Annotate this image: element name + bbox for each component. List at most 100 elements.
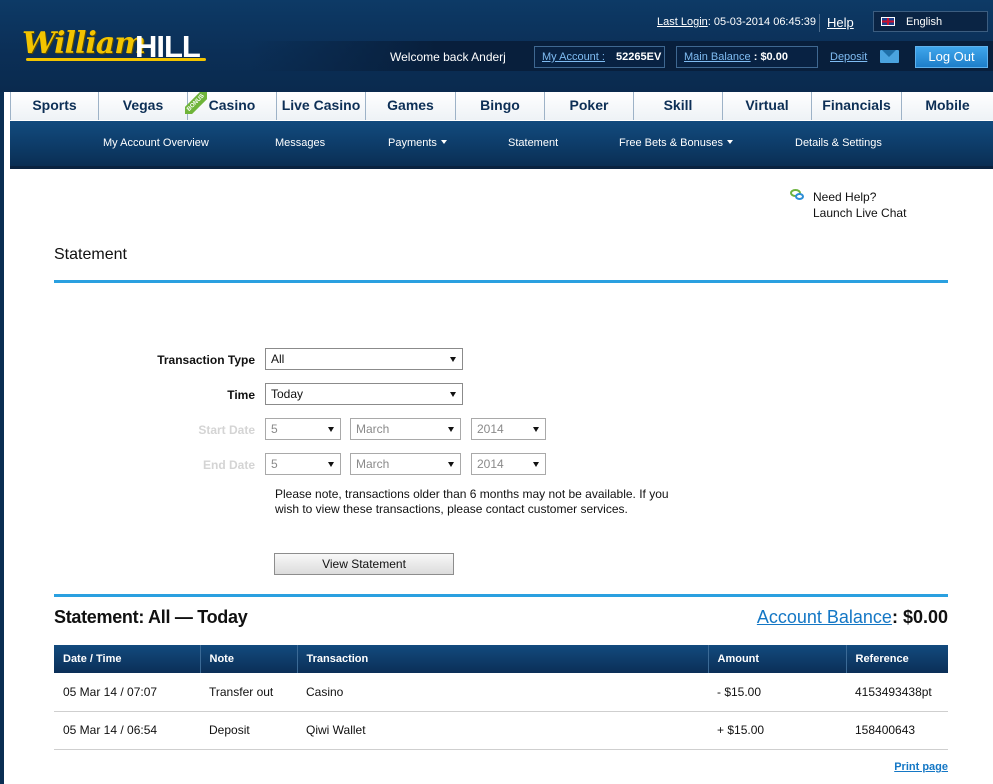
last-login-label[interactable]: Last Login bbox=[657, 16, 708, 28]
last-login: Last Login: 05-03-2014 06:45:39 bbox=[657, 16, 816, 28]
subnav-free-bets-label: Free Bets & Bonuses bbox=[619, 137, 723, 149]
account-subnav: My Account Overview Messages Payments St… bbox=[10, 121, 993, 169]
start-month-select[interactable]: March bbox=[350, 418, 461, 440]
dropdown-arrow-icon bbox=[533, 462, 539, 467]
account-balance-link[interactable]: Account Balance bbox=[757, 607, 892, 627]
help-link[interactable]: Help bbox=[827, 15, 854, 30]
end-year-value: 2014 bbox=[477, 457, 504, 471]
subnav-details-settings[interactable]: Details & Settings bbox=[795, 137, 882, 149]
welcome-text: Welcome back Anderj bbox=[390, 50, 506, 64]
end-day-select[interactable]: 5 bbox=[265, 453, 341, 475]
tab-skill[interactable]: Skill bbox=[634, 92, 723, 120]
dropdown-arrow-icon bbox=[450, 357, 456, 362]
end-month-value: March bbox=[356, 457, 390, 471]
live-chat-link[interactable]: Need Help? Launch Live Chat bbox=[813, 189, 906, 221]
end-month-select[interactable]: March bbox=[350, 453, 461, 475]
logout-button[interactable]: Log Out bbox=[915, 46, 988, 68]
caret-down-icon bbox=[440, 140, 447, 144]
older-transactions-note: Please note, transactions older than 6 m… bbox=[275, 487, 669, 516]
subnav-my-account-overview[interactable]: My Account Overview bbox=[103, 137, 209, 149]
site-header: William HILL Last Login: 05-03-2014 06:4… bbox=[0, 0, 993, 92]
main-balance-box: Main Balance : $0.00 bbox=[676, 46, 818, 68]
subnav-statement[interactable]: Statement bbox=[508, 137, 558, 149]
tab-mobile[interactable]: Mobile bbox=[902, 92, 993, 120]
subnav-free-bets-bonuses[interactable]: Free Bets & Bonuses bbox=[619, 137, 733, 149]
launch-live-chat-text: Launch Live Chat bbox=[813, 206, 907, 220]
page-title: Statement bbox=[54, 246, 127, 263]
header-divider bbox=[819, 14, 820, 32]
envelope-icon[interactable] bbox=[880, 50, 899, 63]
column-date-time: Date / Time bbox=[54, 645, 201, 673]
language-label: English bbox=[906, 16, 943, 28]
row-date-time: 05 Mar 14 / 07:07 bbox=[54, 673, 200, 712]
table-row: 05 Mar 14 / 06:54 Deposit Qiwi Wallet + … bbox=[54, 711, 948, 750]
column-amount: Amount bbox=[708, 645, 847, 673]
tab-virtual[interactable]: Virtual bbox=[723, 92, 812, 120]
start-day-select[interactable]: 5 bbox=[265, 418, 341, 440]
uk-flag-icon bbox=[881, 17, 895, 26]
last-login-value: : 05-03-2014 06:45:39 bbox=[707, 16, 817, 28]
row-note: Transfer out bbox=[200, 673, 297, 712]
dropdown-arrow-icon bbox=[328, 462, 334, 467]
subnav-payments[interactable]: Payments bbox=[388, 137, 447, 149]
view-statement-button[interactable]: View Statement bbox=[274, 553, 454, 575]
tab-poker[interactable]: Poker bbox=[545, 92, 634, 120]
bonus-ribbon: BONUS bbox=[185, 92, 207, 114]
start-year-select[interactable]: 2014 bbox=[471, 418, 546, 440]
logo-script: William bbox=[22, 26, 146, 61]
row-note: Deposit bbox=[200, 711, 297, 750]
account-balance-value: : $0.00 bbox=[891, 607, 948, 627]
end-day-value: 5 bbox=[271, 457, 278, 471]
row-amount: + $15.00 bbox=[708, 711, 846, 750]
chat-bubble-blue bbox=[795, 193, 804, 200]
table-header-row: Date / Time Note Transaction Amount Refe… bbox=[54, 645, 948, 673]
page-left-border bbox=[0, 0, 4, 784]
dropdown-arrow-icon bbox=[450, 392, 456, 397]
tab-live-casino[interactable]: Live Casino bbox=[277, 92, 366, 120]
live-chat-icon[interactable] bbox=[790, 189, 805, 201]
tab-financials[interactable]: Financials bbox=[812, 92, 902, 120]
bonus-ribbon-text: BONUS bbox=[185, 92, 207, 114]
tab-bingo[interactable]: Bingo bbox=[456, 92, 545, 120]
time-select[interactable]: Today bbox=[265, 383, 463, 405]
my-account-box: My Account : 52265EV bbox=[534, 46, 665, 68]
end-date-label: End Date bbox=[202, 458, 255, 472]
need-help-text: Need Help? bbox=[813, 190, 877, 204]
table-row: 05 Mar 14 / 07:07 Transfer out Casino - … bbox=[54, 673, 948, 712]
time-value: Today bbox=[271, 387, 304, 401]
tab-sports[interactable]: Sports bbox=[10, 92, 99, 120]
statement-divider bbox=[54, 594, 948, 597]
main-nav: Sports Vegas Casino Live Casino Games Bi… bbox=[10, 92, 993, 120]
transaction-type-value: All bbox=[271, 352, 285, 366]
account-balance: Account Balance: $0.00 bbox=[757, 607, 948, 628]
account-number: 52265EV bbox=[616, 51, 662, 63]
dropdown-arrow-icon bbox=[533, 427, 539, 432]
my-account-link[interactable]: My Account : bbox=[542, 51, 605, 63]
subnav-payments-label: Payments bbox=[388, 137, 437, 149]
row-date-time: 05 Mar 14 / 06:54 bbox=[54, 711, 200, 750]
subnav-messages[interactable]: Messages bbox=[275, 137, 325, 149]
transaction-type-select[interactable]: All bbox=[265, 348, 463, 370]
row-amount: - $15.00 bbox=[708, 673, 846, 712]
end-year-select[interactable]: 2014 bbox=[471, 453, 546, 475]
dropdown-arrow-icon bbox=[448, 427, 454, 432]
start-date-label: Start Date bbox=[198, 423, 255, 437]
logo-swoosh bbox=[26, 58, 206, 61]
transaction-type-label: Transaction Type bbox=[157, 353, 255, 367]
print-page-link[interactable]: Print page bbox=[894, 761, 948, 773]
row-reference: 4153493438pt bbox=[846, 673, 948, 712]
transactions-table: Date / Time Note Transaction Amount Refe… bbox=[54, 645, 948, 750]
start-year-value: 2014 bbox=[477, 422, 504, 436]
row-transaction: Qiwi Wallet bbox=[297, 711, 708, 750]
tab-vegas[interactable]: Vegas bbox=[99, 92, 188, 120]
deposit-link[interactable]: Deposit bbox=[830, 51, 867, 63]
tab-games[interactable]: Games bbox=[366, 92, 456, 120]
statement-heading: Statement: All — Today bbox=[54, 607, 248, 627]
column-note: Note bbox=[200, 645, 298, 673]
column-reference: Reference bbox=[846, 645, 948, 673]
row-reference: 158400643 bbox=[846, 711, 948, 750]
language-selector[interactable]: English bbox=[873, 11, 988, 32]
row-transaction: Casino bbox=[297, 673, 708, 712]
william-hill-logo[interactable]: William HILL bbox=[22, 24, 212, 68]
main-balance-link[interactable]: Main Balance bbox=[684, 51, 751, 63]
